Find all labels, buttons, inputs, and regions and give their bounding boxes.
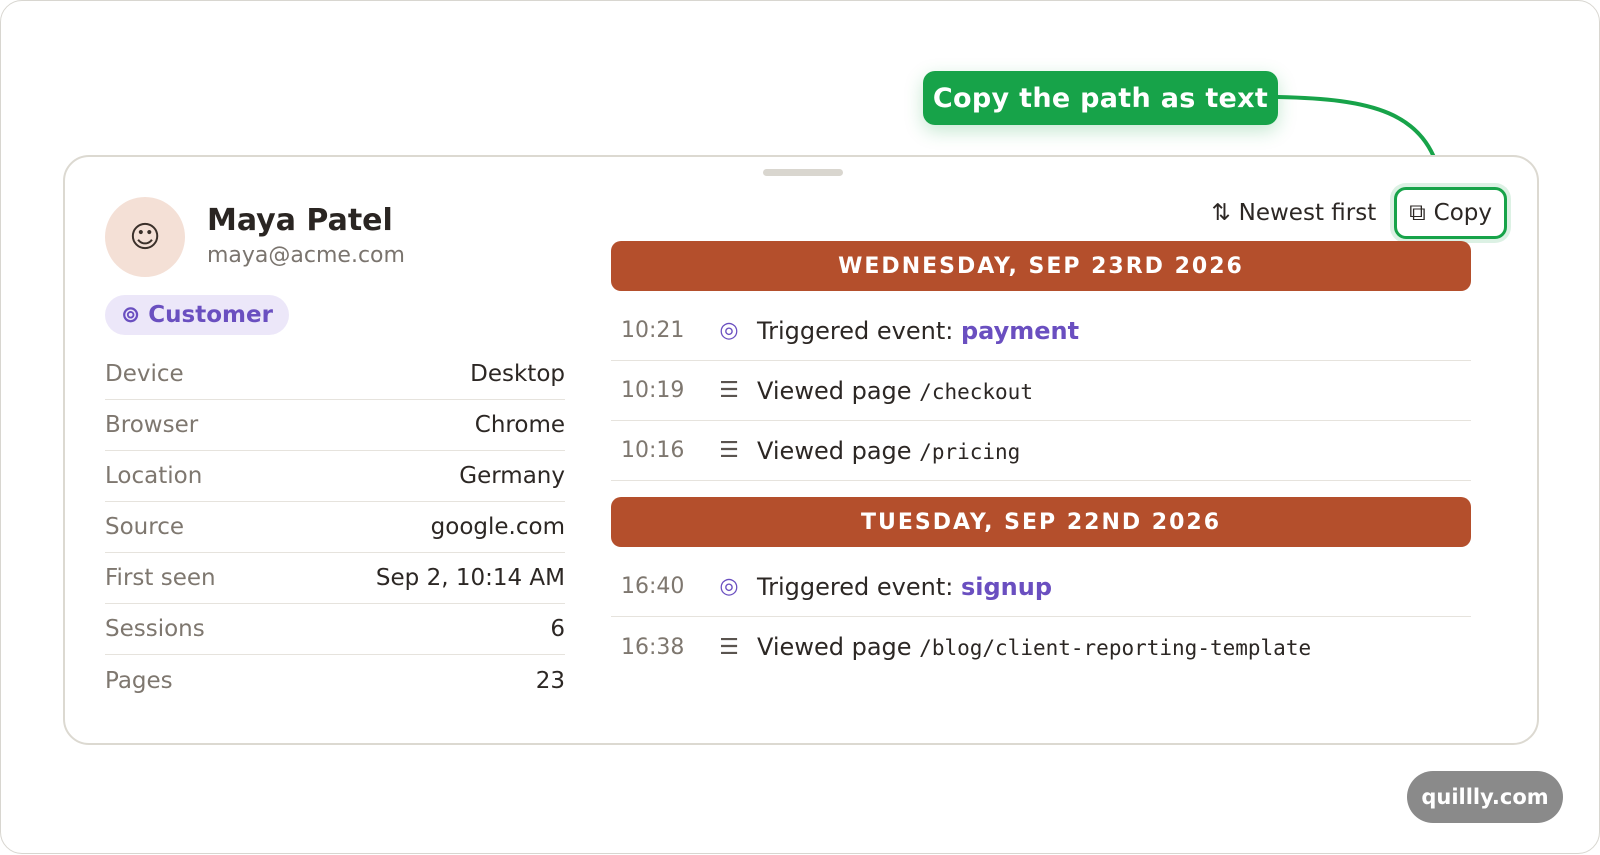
detail-row-source: Source google.com: [105, 502, 565, 553]
detail-label: Sessions: [105, 616, 205, 642]
badge-label: Customer: [148, 302, 273, 328]
event-description: Triggered event: payment: [751, 317, 1079, 345]
copy-label: Copy: [1433, 200, 1492, 226]
page-path: /blog/client-reporting-template: [919, 636, 1312, 660]
event-description: Viewed page /blog/client-reporting-templ…: [751, 633, 1311, 661]
drag-handle[interactable]: [763, 169, 843, 176]
customer-badge: ⊚ Customer: [105, 295, 289, 335]
detail-label: Device: [105, 361, 184, 387]
event-description: Viewed page /checkout: [751, 377, 1033, 405]
detail-label: Pages: [105, 667, 173, 694]
event-prefix: Viewed page: [757, 376, 912, 405]
day-header: WEDNESDAY, SEP 23RD 2026: [611, 241, 1471, 291]
activity-timeline: WEDNESDAY, SEP 23RD 2026 10:21 ◎ Trigger…: [611, 241, 1471, 677]
detail-value: Germany: [459, 463, 565, 489]
visitor-email: maya@acme.com: [207, 243, 405, 268]
detail-label: Browser: [105, 412, 199, 438]
detail-row-location: Location Germany: [105, 451, 565, 502]
sort-button[interactable]: ⇅ Newest first: [1211, 200, 1376, 226]
event-time: 16:40: [621, 574, 685, 599]
timeline-event[interactable]: 16:38 ☰ Viewed page /blog/client-reporti…: [611, 617, 1471, 677]
page-icon: ☰: [719, 634, 739, 660]
timeline-toolbar: ⇅ Newest first ⧉ Copy: [1211, 187, 1507, 239]
event-prefix: Viewed page: [757, 633, 912, 661]
smiley-icon: ☺: [129, 219, 161, 255]
visitor-name: Maya Patel: [207, 203, 393, 238]
page-path: /checkout: [919, 379, 1033, 404]
target-icon: ◎: [719, 574, 739, 599]
timeline-event[interactable]: 10:16 ☰ Viewed page /pricing: [611, 421, 1471, 481]
detail-row-device: Device Desktop: [105, 349, 565, 400]
detail-label: Location: [105, 463, 203, 489]
screenshot-frame: Copy the path as text ☺ Maya Patel maya@…: [0, 0, 1600, 854]
sort-label: Newest first: [1238, 200, 1377, 226]
detail-row-browser: Browser Chrome: [105, 400, 565, 451]
detail-row-pages: Pages 23: [105, 655, 565, 706]
detail-label: First seen: [105, 565, 216, 591]
detail-value: Sep 2, 10:14 AM: [375, 565, 565, 591]
sort-arrows-icon: ⇅: [1211, 200, 1231, 226]
detail-value: 6: [550, 616, 565, 642]
detail-value: Chrome: [474, 412, 565, 438]
page-icon: ☰: [719, 378, 739, 403]
timeline-event[interactable]: 16:40 ◎ Triggered event: signup: [611, 557, 1471, 617]
detail-value: 23: [535, 667, 565, 694]
event-time: 10:21: [621, 318, 685, 343]
event-description: Triggered event: signup: [751, 573, 1052, 601]
copy-icon: ⧉: [1409, 200, 1426, 226]
page-path: /pricing: [919, 439, 1021, 464]
event-prefix: Triggered event:: [757, 572, 954, 601]
event-prefix: Triggered event:: [757, 316, 954, 345]
avatar: ☺: [105, 197, 185, 277]
event-name-link[interactable]: signup: [961, 573, 1052, 601]
detail-label: Source: [105, 514, 184, 540]
detail-row-sessions: Sessions 6: [105, 604, 565, 655]
watermark-badge: quillly.com: [1407, 771, 1563, 823]
detail-value: google.com: [430, 514, 565, 540]
timeline-event[interactable]: 10:19 ☰ Viewed page /checkout: [611, 361, 1471, 421]
event-time: 10:19: [621, 378, 685, 403]
copy-button[interactable]: ⧉ Copy: [1394, 187, 1507, 239]
day-header: TUESDAY, SEP 22ND 2026: [611, 497, 1471, 547]
target-icon: ◎: [719, 318, 739, 343]
timeline-event[interactable]: 10:21 ◎ Triggered event: payment: [611, 301, 1471, 361]
visitor-card: ☺ Maya Patel maya@acme.com ⊚ Customer De…: [63, 155, 1539, 745]
event-name-link[interactable]: payment: [961, 317, 1079, 345]
event-prefix: Viewed page: [757, 436, 912, 465]
event-description: Viewed page /pricing: [751, 437, 1020, 465]
event-time: 10:16: [621, 438, 685, 463]
detail-value: Desktop: [470, 361, 565, 387]
detail-row-first-seen: First seen Sep 2, 10:14 AM: [105, 553, 565, 604]
target-icon: ⊚: [121, 302, 141, 328]
page-icon: ☰: [719, 438, 739, 463]
event-time: 16:38: [621, 634, 685, 660]
visitor-details: Device Desktop Browser Chrome Location G…: [105, 349, 565, 706]
